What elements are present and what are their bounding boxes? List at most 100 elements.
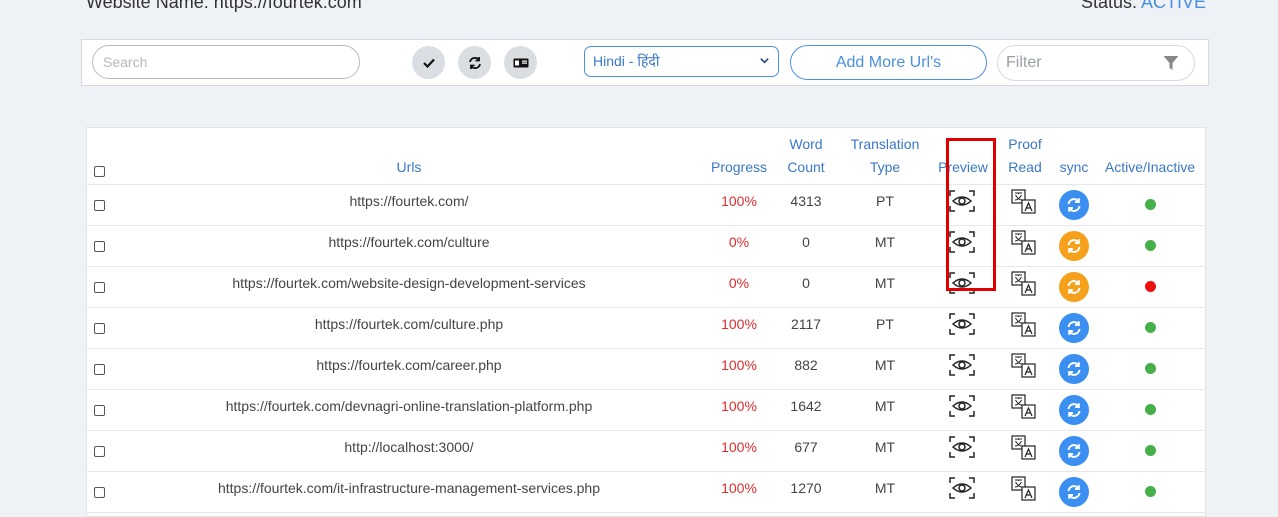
sync-button[interactable] bbox=[1059, 190, 1089, 220]
header-progress[interactable]: Progress bbox=[699, 156, 779, 179]
proof-read-translate-icon[interactable] bbox=[1011, 189, 1037, 220]
sync-button[interactable] bbox=[1059, 231, 1089, 261]
table-row: https://fourtek.com/career.php 100% 882 MT bbox=[87, 348, 1205, 390]
row-checkbox[interactable] bbox=[94, 446, 105, 457]
row-url[interactable]: https://fourtek.com/it-infrastructure-ma… bbox=[109, 480, 709, 496]
table-row: https://fourtek.com/website-design-devel… bbox=[87, 266, 1205, 308]
row-progress: 100% bbox=[721, 316, 757, 332]
chevron-down-icon bbox=[760, 58, 769, 64]
select-all-checkbox[interactable] bbox=[94, 166, 105, 177]
check-button[interactable] bbox=[412, 46, 445, 79]
row-word-count: 882 bbox=[794, 357, 818, 373]
header-proof-line1: Proof bbox=[1008, 136, 1042, 152]
sync-button[interactable] bbox=[1059, 395, 1089, 425]
row-checkbox[interactable] bbox=[94, 241, 105, 252]
active-status-dot[interactable] bbox=[1145, 240, 1156, 251]
row-url[interactable]: https://fourtek.com/culture.php bbox=[109, 316, 709, 332]
status-label: Status: bbox=[1080, 0, 1137, 12]
row-progress: 0% bbox=[728, 234, 750, 250]
sync-icon bbox=[1066, 361, 1082, 377]
check-icon bbox=[422, 58, 435, 68]
active-status-dot[interactable] bbox=[1145, 322, 1156, 333]
sync-button[interactable] bbox=[1059, 313, 1089, 343]
preview-highlight-box bbox=[946, 138, 996, 291]
toolbar: Hindi - हिंदी Add More Url's Filter bbox=[81, 39, 1209, 86]
preview-eye-icon[interactable] bbox=[949, 313, 975, 340]
row-checkbox[interactable] bbox=[94, 487, 105, 498]
table-row: https://fourtek.com/culture.php 100% 2117 P… bbox=[87, 307, 1205, 349]
header-word-count-line1: Word bbox=[789, 136, 823, 152]
sync-icon bbox=[1066, 484, 1082, 500]
row-progress: 100% bbox=[721, 193, 757, 209]
header-proof-read[interactable]: Proof Read bbox=[1000, 133, 1050, 179]
sync-button[interactable] bbox=[1059, 272, 1089, 302]
row-word-count: 1270 bbox=[790, 480, 822, 496]
table-header: Urls Progress Word Count Translation Typ… bbox=[87, 128, 1205, 185]
translate-button[interactable] bbox=[504, 46, 537, 79]
header-translation-type[interactable]: Translation Type bbox=[835, 133, 935, 179]
active-status-dot[interactable] bbox=[1145, 486, 1156, 497]
row-translation-type: PT bbox=[876, 193, 894, 209]
sync-button[interactable] bbox=[1059, 354, 1089, 384]
header-active-inactive[interactable]: Active/Inactive bbox=[1097, 156, 1203, 179]
sync-icon bbox=[1066, 279, 1082, 295]
language-select[interactable]: Hindi - हिंदी bbox=[584, 46, 779, 77]
row-progress: 0% bbox=[728, 275, 750, 291]
row-url[interactable]: https://fourtek.com/culture bbox=[109, 234, 709, 250]
sync-button[interactable] bbox=[1059, 436, 1089, 466]
row-url[interactable]: https://fourtek.com/ bbox=[109, 193, 709, 209]
table-row: https://fourtek.com/it-infrastructure-ma… bbox=[87, 471, 1205, 513]
header-word-count[interactable]: Word Count bbox=[771, 133, 841, 179]
header-type-line1: Translation bbox=[850, 136, 920, 152]
preview-eye-icon[interactable] bbox=[949, 436, 975, 463]
proof-read-translate-icon[interactable] bbox=[1011, 230, 1037, 261]
proof-read-translate-icon[interactable] bbox=[1011, 476, 1037, 507]
search-input[interactable] bbox=[92, 45, 360, 79]
language-icon bbox=[513, 58, 528, 67]
row-progress: 100% bbox=[721, 357, 757, 373]
row-progress: 100% bbox=[721, 398, 757, 414]
active-status-dot[interactable] bbox=[1145, 199, 1156, 210]
row-checkbox[interactable] bbox=[94, 282, 105, 293]
filter-input[interactable]: Filter bbox=[997, 45, 1195, 81]
table-row: https://fourtek.com/culture 0% 0 MT bbox=[87, 225, 1205, 267]
header-proof-line2: Read bbox=[1008, 159, 1042, 175]
header-type-line2: Type bbox=[869, 159, 901, 175]
table-row: http://localhost:3000/100% 677 MT bbox=[87, 430, 1205, 472]
row-checkbox[interactable] bbox=[94, 323, 105, 334]
preview-eye-icon[interactable] bbox=[949, 354, 975, 381]
row-url[interactable]: https://fourtek.com/website-design-devel… bbox=[109, 275, 709, 291]
row-translation-type: MT bbox=[874, 357, 896, 373]
row-url[interactable]: https://fourtek.com/devnagri-online-tran… bbox=[109, 398, 709, 414]
row-url[interactable]: https://fourtek.com/career.php bbox=[109, 357, 709, 373]
urls-table: Urls Progress Word Count Translation Typ… bbox=[86, 127, 1206, 517]
active-status-dot[interactable] bbox=[1145, 281, 1156, 292]
proof-read-translate-icon[interactable] bbox=[1011, 312, 1037, 343]
row-checkbox[interactable] bbox=[94, 364, 105, 375]
row-word-count: 1642 bbox=[790, 398, 822, 414]
row-checkbox[interactable] bbox=[94, 405, 105, 416]
row-word-count: 0 bbox=[802, 234, 810, 250]
row-checkbox[interactable] bbox=[94, 200, 105, 211]
proof-read-translate-icon[interactable] bbox=[1011, 435, 1037, 466]
refresh-icon bbox=[468, 56, 481, 69]
add-more-urls-button[interactable]: Add More Url's bbox=[790, 45, 987, 80]
row-translation-type: PT bbox=[876, 316, 894, 332]
sync-icon bbox=[1066, 443, 1082, 459]
header-urls[interactable]: Urls bbox=[309, 156, 509, 179]
active-status-dot[interactable] bbox=[1145, 445, 1156, 456]
preview-eye-icon[interactable] bbox=[949, 395, 975, 422]
refresh-button[interactable] bbox=[458, 46, 491, 79]
language-select-value: Hindi - हिंदी bbox=[593, 53, 660, 69]
table-row: https://fourtek.com/devnagri-online-tran… bbox=[87, 389, 1205, 431]
header-sync[interactable]: sync bbox=[1054, 156, 1094, 179]
row-url[interactable]: http://localhost:3000/ bbox=[109, 439, 709, 455]
proof-read-translate-icon[interactable] bbox=[1011, 353, 1037, 384]
header-word-count-line2: Count bbox=[787, 159, 825, 175]
proof-read-translate-icon[interactable] bbox=[1011, 271, 1037, 302]
active-status-dot[interactable] bbox=[1145, 404, 1156, 415]
proof-read-translate-icon[interactable] bbox=[1011, 394, 1037, 425]
sync-icon bbox=[1066, 402, 1082, 418]
active-status-dot[interactable] bbox=[1145, 363, 1156, 374]
preview-eye-icon[interactable] bbox=[949, 477, 975, 504]
